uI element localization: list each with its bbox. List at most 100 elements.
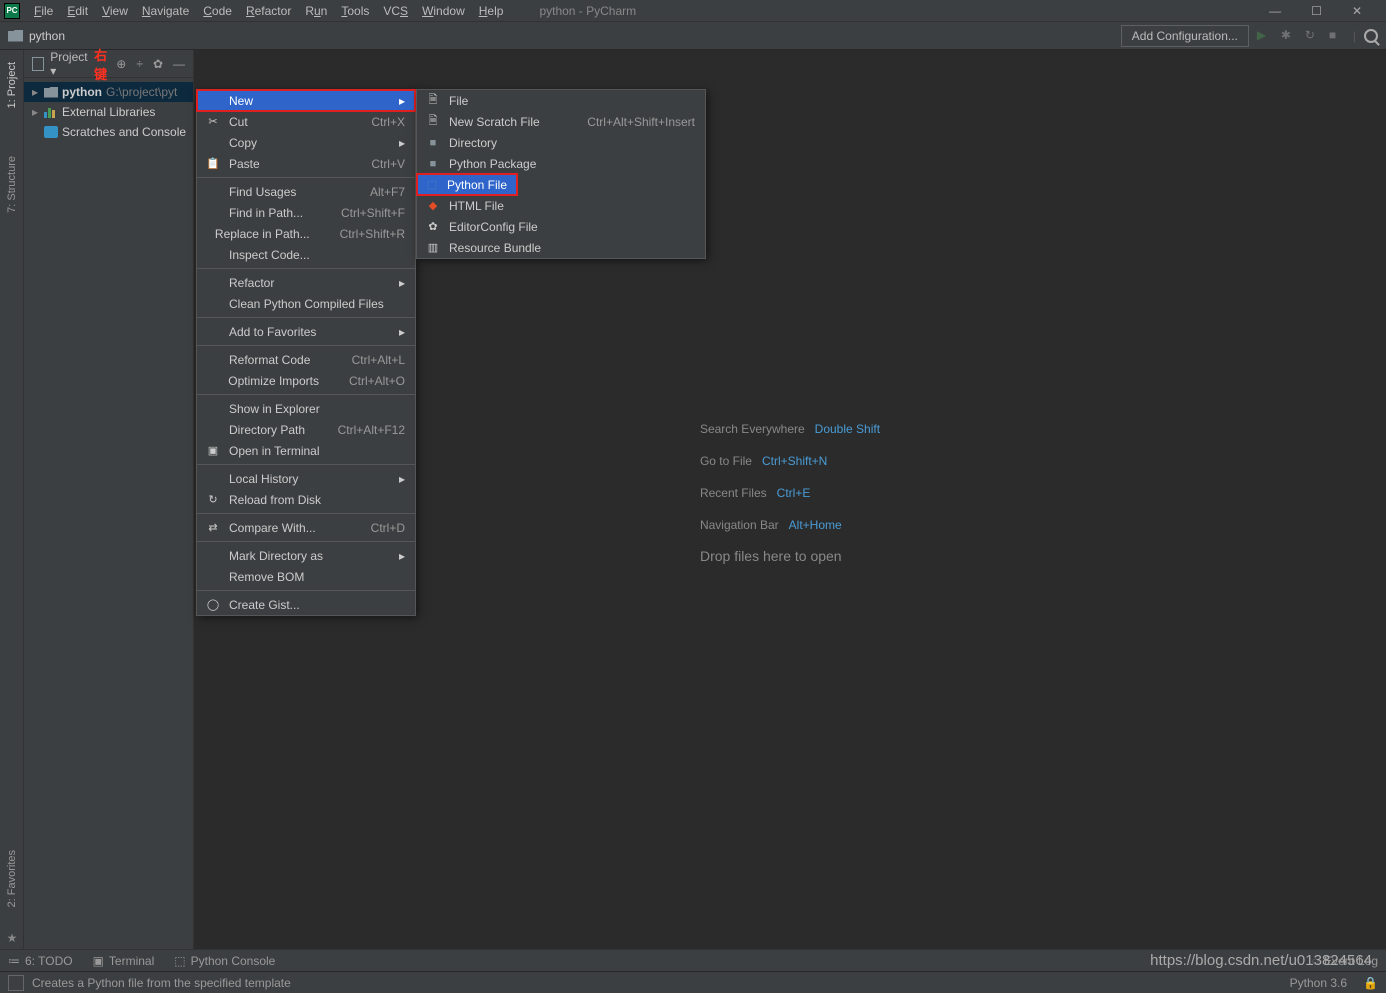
welcome-drop-hint: Drop files here to open (700, 548, 880, 564)
welcome-panel: Search EverywhereDouble Shift Go to File… (700, 420, 880, 580)
folder-icon (44, 87, 58, 98)
ctx-compare-with[interactable]: ⇄Compare With...Ctrl+D (197, 517, 415, 538)
ctx-remove-bom[interactable]: Remove BOM (197, 566, 415, 587)
menu-view[interactable]: View (96, 2, 134, 20)
new-editorconfig[interactable]: ✿EditorConfig File (417, 216, 705, 237)
hide-icon[interactable]: — (173, 57, 185, 71)
menu-code[interactable]: Code (197, 2, 238, 20)
new-file[interactable]: 🗎File (417, 90, 705, 111)
ctx-replace-in-path[interactable]: Replace in Path...Ctrl+Shift+R (197, 223, 415, 244)
ctx-copy[interactable]: Copy▸ (197, 132, 415, 153)
ctx-local-history[interactable]: Local History▸ (197, 468, 415, 489)
library-icon (44, 106, 58, 118)
tab-favorites[interactable]: 2: Favorites (6, 846, 18, 911)
menu-run[interactable]: Run (299, 2, 333, 20)
lock-icon[interactable]: 🔒 (1363, 976, 1378, 990)
tab-todo[interactable]: ≔6: TODO (8, 954, 73, 968)
add-configuration-button[interactable]: Add Configuration... (1121, 25, 1249, 47)
coverage-icon[interactable]: ↻ (1305, 28, 1321, 44)
menu-vcs[interactable]: VCS (377, 2, 414, 20)
new-scratch-file[interactable]: 🗎New Scratch FileCtrl+Alt+Shift+Insert (417, 111, 705, 132)
tab-project[interactable]: 1: Project (6, 58, 18, 112)
maximize-button[interactable]: ☐ (1311, 4, 1322, 18)
reload-icon: ↻ (205, 492, 221, 508)
titlebar: PC File Edit View Navigate Code Refactor… (0, 0, 1386, 22)
bundle-icon: ▥ (425, 240, 441, 256)
menu-window[interactable]: Window (416, 2, 471, 20)
ctx-inspect-code[interactable]: Inspect Code... (197, 244, 415, 265)
debug-icon[interactable]: ✱ (1281, 28, 1297, 44)
project-dropdown[interactable]: Project ▾ (50, 50, 90, 78)
new-resource-bundle[interactable]: ▥Resource Bundle (417, 237, 705, 258)
menu-navigate[interactable]: Navigate (136, 2, 195, 20)
folder-icon: ■ (425, 135, 441, 151)
expand-arrow-icon[interactable]: ▸ (32, 85, 40, 99)
shortcut: Alt+Home (789, 518, 842, 532)
ctx-optimize-imports[interactable]: Optimize ImportsCtrl+Alt+O (197, 370, 415, 391)
ctx-clean-python[interactable]: Clean Python Compiled Files (197, 293, 415, 314)
menu-edit[interactable]: Edit (61, 2, 94, 20)
github-icon: ◯ (205, 597, 221, 613)
welcome-navigation-bar: Navigation Bar (700, 518, 779, 532)
locate-icon[interactable]: ⊕ (116, 57, 126, 71)
search-icon[interactable] (1364, 29, 1378, 43)
welcome-search-everywhere: Search Everywhere (700, 422, 805, 436)
welcome-recent-files: Recent Files (700, 486, 767, 500)
shortcut: Double Shift (815, 422, 880, 436)
stop-icon[interactable]: ■ (1329, 28, 1345, 44)
menu-refactor[interactable]: Refactor (240, 2, 297, 20)
breadcrumb-project[interactable]: python (29, 29, 65, 43)
ctx-create-gist[interactable]: ◯Create Gist... (197, 594, 415, 615)
status-description: Creates a Python file from the specified… (32, 976, 291, 990)
terminal-icon: ▣ (205, 443, 221, 459)
ctx-directory-path[interactable]: Directory PathCtrl+Alt+F12 (197, 419, 415, 440)
ctx-reload-disk[interactable]: ↻Reload from Disk (197, 489, 415, 510)
status-interpreter[interactable]: Python 3.6 (1290, 976, 1347, 990)
ctx-find-in-path[interactable]: Find in Path...Ctrl+Shift+F (197, 202, 415, 223)
python-file-icon: ⬚ (425, 177, 439, 193)
watermark: https://blog.csdn.net/u013824564 (1150, 952, 1372, 969)
run-icon[interactable]: ▶ (1257, 28, 1273, 44)
new-python-file[interactable]: ⬚Python File (417, 174, 517, 195)
tab-structure[interactable]: 7: Structure (6, 152, 18, 217)
settings-icon[interactable]: ✿ (153, 57, 163, 71)
annotation-text: 右键 (94, 45, 116, 83)
ctx-paste[interactable]: 📋PasteCtrl+V (197, 153, 415, 174)
menu-help[interactable]: Help (473, 2, 510, 20)
package-icon: ■ (425, 156, 441, 172)
tab-terminal[interactable]: ▣Terminal (93, 954, 155, 968)
shortcut: Ctrl+Shift+N (762, 454, 827, 468)
new-directory[interactable]: ■Directory (417, 132, 705, 153)
scratch-icon: 🗎 (425, 114, 441, 130)
folder-icon (8, 30, 23, 42)
tab-python-console[interactable]: ⬚Python Console (174, 954, 275, 968)
ctx-add-favorites[interactable]: Add to Favorites▸ (197, 321, 415, 342)
minimize-button[interactable]: — (1269, 4, 1281, 18)
ctx-mark-directory[interactable]: Mark Directory as▸ (197, 545, 415, 566)
new-python-package[interactable]: ■Python Package (417, 153, 705, 174)
ctx-show-explorer[interactable]: Show in Explorer (197, 398, 415, 419)
expand-arrow-icon[interactable]: ▸ (32, 105, 40, 119)
ctx-new[interactable]: New▸ (197, 90, 415, 111)
toolwindow-toggle-icon[interactable] (8, 975, 24, 991)
statusbar: Creates a Python file from the specified… (0, 971, 1386, 993)
star-icon: ★ (7, 931, 18, 945)
ctx-refactor[interactable]: Refactor▸ (197, 272, 415, 293)
project-tree: ▸ python G:\project\pyt ▸ External Libra… (24, 78, 193, 146)
context-submenu-new: 🗎File 🗎New Scratch FileCtrl+Alt+Shift+In… (416, 89, 706, 259)
pycharm-logo-icon: PC (4, 3, 20, 19)
menu-file[interactable]: File (28, 2, 59, 20)
ctx-reformat[interactable]: Reformat CodeCtrl+Alt+L (197, 349, 415, 370)
tree-scratches[interactable]: Scratches and Console (24, 122, 193, 142)
tree-root[interactable]: ▸ python G:\project\pyt (24, 82, 193, 102)
collapse-icon[interactable]: ÷ (136, 57, 143, 71)
left-bottom-gutter: 2: Favorites ★ (0, 846, 24, 945)
close-button[interactable]: ✕ (1352, 4, 1362, 18)
ctx-open-terminal[interactable]: ▣Open in Terminal (197, 440, 415, 461)
tree-external-libraries[interactable]: ▸ External Libraries (24, 102, 193, 122)
new-html-file[interactable]: ◆HTML File (417, 195, 705, 216)
project-sidebar: Project ▾ 右键 ⊕ ÷ ✿ — ▸ python G:\project… (24, 50, 194, 949)
menu-tools[interactable]: Tools (335, 2, 375, 20)
ctx-cut[interactable]: ✂CutCtrl+X (197, 111, 415, 132)
ctx-find-usages[interactable]: Find UsagesAlt+F7 (197, 181, 415, 202)
